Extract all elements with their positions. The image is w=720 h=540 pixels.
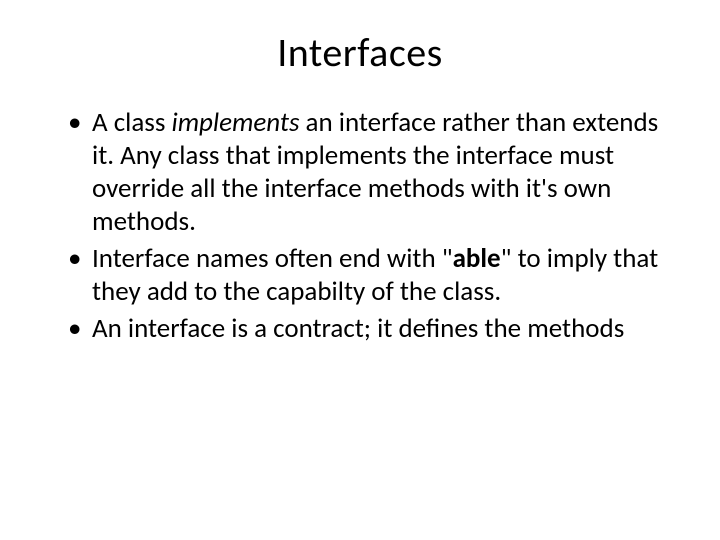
bullet-text-em: implements (172, 106, 300, 139)
slide-title: Interfaces (48, 28, 672, 77)
bullet-item: Interface names often end with "able" to… (68, 243, 672, 309)
bullet-text-em: able (453, 242, 501, 275)
bullet-item: A class implements an interface rather t… (68, 107, 672, 239)
bullet-text-pre: An interface is a contract; it defines t… (92, 312, 624, 345)
bullet-text-pre: Interface names often end with " (92, 242, 453, 275)
slide: Interfaces A class implements an interfa… (0, 0, 720, 540)
bullet-text-pre: A class (92, 106, 172, 139)
bullet-item: An interface is a contract; it defines t… (68, 313, 672, 346)
slide-body: A class implements an interface rather t… (68, 107, 672, 346)
